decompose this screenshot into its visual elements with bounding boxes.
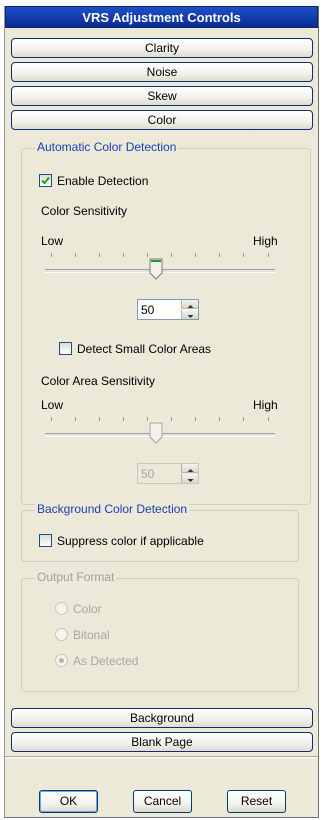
spin-down-button[interactable] — [181, 474, 198, 483]
color-sensitivity-slider-thumb[interactable] — [149, 258, 163, 280]
color-area-sensitivity-ticks — [51, 417, 269, 421]
color-sensitivity-label: Color Sensitivity — [41, 204, 128, 218]
color-area-sensitivity-low-label: Low — [41, 398, 64, 412]
automatic-color-detection-group — [21, 148, 311, 505]
spin-down-button[interactable] — [181, 310, 198, 319]
output-as-detected-label: As Detected — [73, 654, 139, 668]
color-section-button[interactable]: Color — [11, 110, 313, 130]
color-sensitivity-ticks — [51, 253, 269, 257]
blank-page-section-button[interactable]: Blank Page — [11, 732, 313, 752]
panel-title: VRS Adjustment Controls — [5, 6, 318, 28]
output-bitonal-label: Bitonal — [73, 628, 110, 642]
output-bitonal-radio[interactable] — [55, 628, 68, 641]
color-sensitivity-spinner[interactable]: 50 — [137, 299, 199, 320]
color-area-sensitivity-value: 50 — [141, 467, 155, 481]
ok-button[interactable]: OK — [39, 790, 98, 813]
output-format-legend: Output Format — [35, 570, 117, 584]
spin-up-button[interactable] — [181, 464, 198, 473]
automatic-color-detection-legend: Automatic Color Detection — [35, 140, 179, 154]
skew-section-button[interactable]: Skew — [11, 86, 313, 106]
noise-section-button[interactable]: Noise — [11, 62, 313, 82]
color-area-sensitivity-slider-thumb[interactable] — [149, 422, 163, 444]
color-sensitivity-high-label: High — [253, 234, 278, 248]
color-area-sensitivity-label: Color Area Sensitivity — [41, 374, 156, 388]
arrow-down-icon — [187, 315, 194, 318]
background-section-button[interactable]: Background — [11, 708, 313, 728]
color-area-sensitivity-spinner[interactable]: 50 — [137, 463, 199, 484]
color-sensitivity-low-label: Low — [41, 234, 64, 248]
enable-detection-checkbox[interactable] — [39, 174, 52, 187]
color-area-sensitivity-high-label: High — [253, 398, 278, 412]
suppress-color-checkbox[interactable] — [39, 534, 52, 547]
color-sensitivity-value: 50 — [141, 303, 155, 317]
spin-up-button[interactable] — [181, 300, 198, 309]
footer-divider-highlight — [5, 757, 318, 758]
output-color-radio[interactable] — [55, 602, 68, 615]
vrs-adjustment-panel: VRS Adjustment Controls Clarity Noise Sk… — [4, 6, 319, 818]
reset-button[interactable]: Reset — [227, 790, 286, 813]
check-icon — [41, 176, 50, 185]
enable-detection-label: Enable Detection — [57, 174, 149, 188]
cancel-button[interactable]: Cancel — [133, 790, 192, 813]
detect-small-areas-checkbox[interactable] — [59, 342, 72, 355]
detect-small-areas-label: Detect Small Color Areas — [77, 342, 212, 356]
suppress-color-label: Suppress color if applicable — [57, 534, 204, 548]
output-color-label: Color — [73, 602, 102, 616]
output-as-detected-radio[interactable] — [55, 654, 68, 667]
background-color-detection-legend: Background Color Detection — [35, 502, 190, 516]
arrow-down-icon — [187, 479, 194, 482]
clarity-section-button[interactable]: Clarity — [11, 38, 313, 58]
